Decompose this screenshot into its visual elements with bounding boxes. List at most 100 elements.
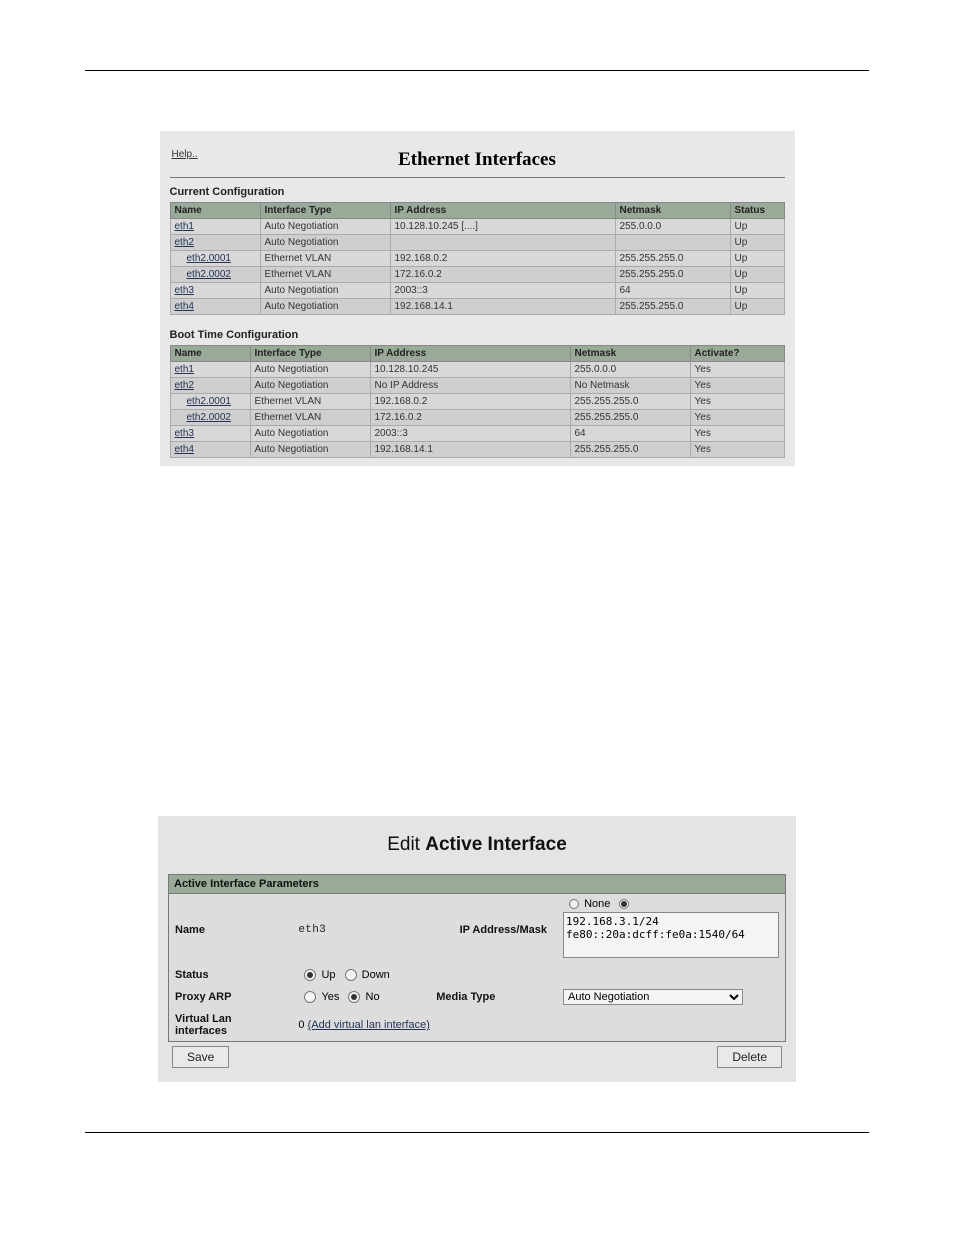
interface-link[interactable]: eth2 — [175, 380, 194, 391]
interface-link[interactable]: eth2.0002 — [187, 269, 232, 280]
table-cell: Up — [730, 219, 784, 235]
ip-none-radio[interactable] — [569, 899, 579, 909]
col-activate: Activate? — [690, 346, 784, 362]
col-name: Name — [170, 346, 250, 362]
table-cell: 255.255.255.0 — [570, 410, 690, 426]
status-cell: Up Down — [292, 965, 785, 985]
table-row: eth2.0001Ethernet VLAN192.168.0.2255.255… — [170, 251, 784, 267]
interface-link[interactable]: eth1 — [175, 221, 194, 232]
status-up-label: Up — [321, 969, 335, 981]
table-row: eth3 Auto Negotiation2003::364Up — [170, 283, 784, 299]
table-cell: Ethernet VLAN — [250, 410, 370, 426]
table-row: eth2 Auto NegotiationNo IP AddressNo Netm… — [170, 378, 784, 394]
proxy-no-label: No — [366, 991, 380, 1003]
table-cell: 255.0.0.0 — [570, 362, 690, 378]
boot-config-title: Boot Time Configuration — [170, 329, 785, 341]
table-cell: No Netmask — [570, 378, 690, 394]
table-cell: Auto Negotiation — [250, 426, 370, 442]
table-row: eth3Auto Negotiation2003::364Yes — [170, 426, 784, 442]
name-value: eth3 — [292, 894, 430, 965]
table-cell: Auto Negotiation — [250, 442, 370, 458]
table-cell: 255.255.255.0 — [615, 267, 730, 283]
table-cell: Up — [730, 235, 784, 251]
add-vlan-link[interactable]: (Add virtual lan interface) — [308, 1019, 430, 1031]
table-header-row: Name Interface Type IP Address Netmask A… — [170, 346, 784, 362]
table-row: eth4Auto Negotiation192.168.14.1255.255.… — [170, 442, 784, 458]
table-row: eth2.0002 Ethernet VLAN172.16.0.2255.255.… — [170, 267, 784, 283]
bottom-rule — [85, 1132, 869, 1133]
table-cell: Auto Negotiation — [250, 362, 370, 378]
proxy-yes-radio[interactable] — [304, 991, 316, 1003]
top-rule — [85, 70, 869, 71]
table-cell — [615, 235, 730, 251]
table-cell: 255.255.255.0 — [615, 299, 730, 315]
col-name: Name — [170, 203, 260, 219]
active-params-box: Active Interface Parameters Name eth3 IP… — [168, 874, 786, 1042]
table-cell: Auto Negotiation — [260, 283, 390, 299]
edit-title: Edit Active Interface — [168, 834, 786, 856]
table-row: eth1Auto Negotiation10.128.10.245 [....]… — [170, 219, 784, 235]
media-cell: Auto Negotiation — [557, 985, 785, 1009]
table-cell: Auto Negotiation — [250, 378, 370, 394]
current-config-title: Current Configuration — [170, 186, 785, 198]
table-cell: 255.255.255.0 — [615, 251, 730, 267]
col-ip: IP Address — [390, 203, 615, 219]
delete-button[interactable]: Delete — [717, 1046, 782, 1068]
ip-cell: None — [557, 894, 785, 965]
table-cell: Ethernet VLAN — [260, 267, 390, 283]
ip-value-radio[interactable] — [619, 899, 629, 909]
interface-link[interactable]: eth4 — [175, 444, 194, 455]
interface-link[interactable]: eth4 — [175, 301, 194, 312]
table-cell: Ethernet VLAN — [260, 251, 390, 267]
col-ip: IP Address — [370, 346, 570, 362]
proxy-label: Proxy ARP — [169, 985, 292, 1009]
ip-none-label: None — [584, 898, 610, 910]
proxy-yes-label: Yes — [321, 991, 339, 1003]
proxy-no-radio[interactable] — [348, 991, 360, 1003]
status-label: Status — [169, 965, 292, 985]
table-cell: Up — [730, 267, 784, 283]
interface-link[interactable]: eth2.0001 — [187, 253, 232, 264]
table-cell: Auto Negotiation — [260, 219, 390, 235]
table-cell: No IP Address — [370, 378, 570, 394]
media-type-select[interactable]: Auto Negotiation — [563, 989, 743, 1005]
page-title: Ethernet Interfaces — [170, 149, 785, 171]
ip-label: IP Address/Mask — [430, 894, 557, 965]
table-cell: 172.16.0.2 — [370, 410, 570, 426]
table-cell: Up — [730, 283, 784, 299]
vlan-count: 0 — [298, 1019, 304, 1031]
interface-link[interactable]: eth1 — [175, 364, 194, 375]
table-cell: 192.168.14.1 — [390, 299, 615, 315]
table-cell: 2003::3 — [390, 283, 615, 299]
table-row: eth2.0002 Ethernet VLAN172.16.0.2255.255.… — [170, 410, 784, 426]
media-label: Media Type — [430, 985, 557, 1009]
table-cell: 172.16.0.2 — [390, 267, 615, 283]
interface-link[interactable]: eth2.0001 — [187, 396, 232, 407]
table-cell: 192.168.14.1 — [370, 442, 570, 458]
ip-address-input[interactable] — [563, 912, 779, 958]
current-config-table: Name Interface Type IP Address Netmask S… — [170, 202, 785, 315]
status-up-radio[interactable] — [304, 969, 316, 981]
interface-link[interactable]: eth2.0002 — [187, 412, 232, 423]
table-cell: 64 — [570, 426, 690, 442]
table-cell: Up — [730, 299, 784, 315]
col-mask: Netmask — [615, 203, 730, 219]
col-status: Status — [730, 203, 784, 219]
table-cell: Auto Negotiation — [260, 299, 390, 315]
table-row: eth4 Auto Negotiation192.168.14.1255.255.… — [170, 299, 784, 315]
save-button[interactable]: Save — [172, 1046, 229, 1068]
table-cell: Ethernet VLAN — [250, 394, 370, 410]
ethernet-interfaces-panel: Help.. Ethernet Interfaces Current Confi… — [160, 131, 795, 466]
help-link[interactable]: Help.. — [172, 149, 198, 160]
table-cell: Yes — [690, 378, 784, 394]
status-down-label: Down — [362, 969, 390, 981]
table-row: eth2.0001Ethernet VLAN192.168.0.2255.255… — [170, 394, 784, 410]
table-cell: Up — [730, 251, 784, 267]
status-down-radio[interactable] — [345, 969, 357, 981]
table-row: eth1Auto Negotiation10.128.10.245255.0.0… — [170, 362, 784, 378]
interface-link[interactable]: eth3 — [175, 428, 194, 439]
interface-link[interactable]: eth3 — [175, 285, 194, 296]
table-cell: 64 — [615, 283, 730, 299]
table-row: eth2Auto NegotiationUp — [170, 235, 784, 251]
interface-link[interactable]: eth2 — [175, 237, 194, 248]
